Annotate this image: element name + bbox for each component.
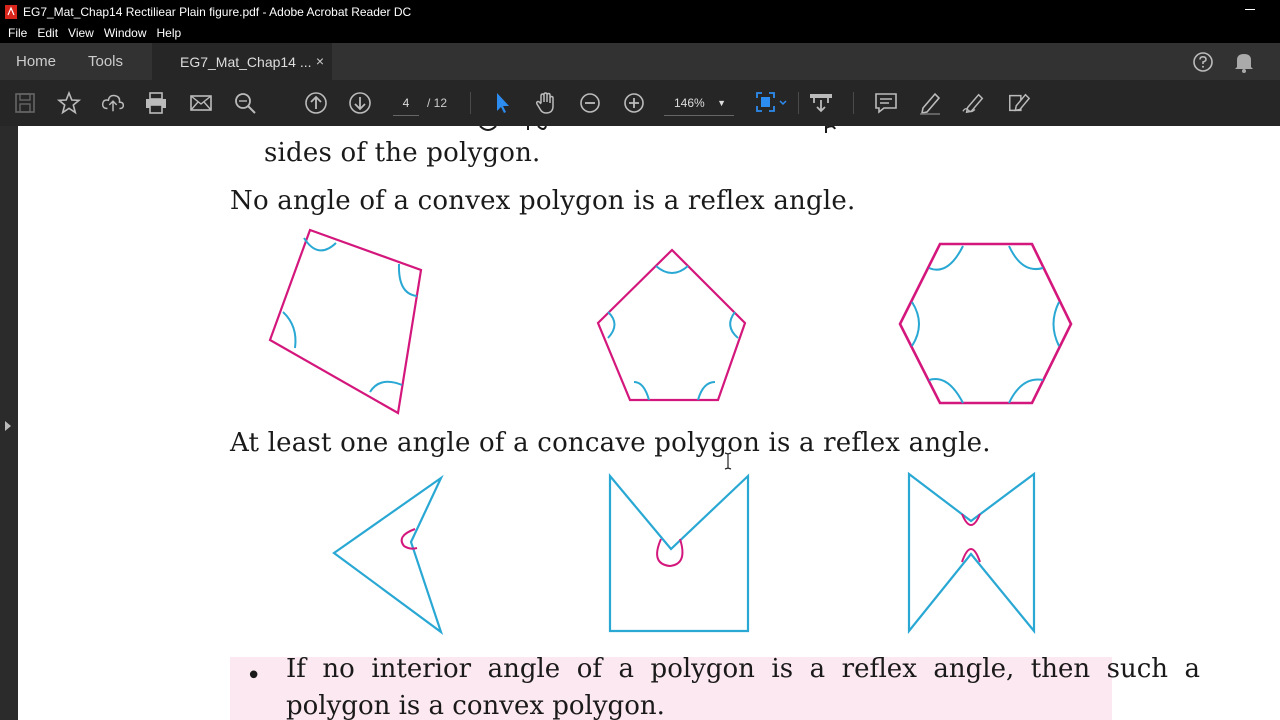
minus-circle-icon[interactable]: [578, 91, 602, 115]
expand-panel-icon[interactable]: [5, 421, 11, 431]
arrow-down-circle-icon[interactable]: [348, 91, 372, 115]
concave-notched-square: [608, 472, 750, 633]
page-total: / 12: [427, 96, 448, 110]
save-icon[interactable]: [13, 91, 37, 115]
convex-quadrilateral: [268, 228, 423, 415]
star-icon[interactable]: [57, 91, 81, 115]
menu-bar: File Edit View Window Help: [0, 23, 1280, 43]
help-icon[interactable]: [1192, 51, 1214, 77]
document-page: sides of the polygon. No angle of a conv…: [18, 126, 1280, 720]
plus-circle-icon[interactable]: [622, 91, 646, 115]
left-panel-rail: [0, 126, 18, 720]
toolbar-separator: [798, 92, 799, 114]
menu-view[interactable]: View: [68, 26, 94, 40]
callout-line-1: If no interior angle of a polygon is a r…: [286, 654, 1201, 684]
chevron-down-icon: ▼: [717, 98, 726, 108]
hand-icon[interactable]: [534, 91, 558, 115]
tab-document[interactable]: EG7_Mat_Chap14 ... ×: [152, 43, 332, 80]
page-number-input[interactable]: 4: [393, 90, 419, 116]
bullet: •: [246, 661, 262, 691]
tab-bar: Home Tools EG7_Mat_Chap14 ... ×: [0, 43, 1280, 80]
zoom-dropdown[interactable]: 146% ▼: [664, 90, 734, 116]
tab-close-button[interactable]: ×: [316, 53, 324, 69]
envelope-icon[interactable]: [189, 91, 213, 115]
tab-home[interactable]: Home: [16, 53, 56, 70]
bell-icon[interactable]: [1234, 51, 1254, 77]
menu-edit[interactable]: Edit: [37, 26, 58, 40]
pen-icon[interactable]: [918, 91, 942, 115]
toolbar-separator: [853, 92, 854, 114]
tab-tools[interactable]: Tools: [88, 53, 123, 70]
pdf-file-icon: [5, 4, 17, 19]
cloud-upload-icon[interactable]: [101, 91, 125, 115]
toolbar-separator: [470, 92, 471, 114]
convex-hexagon: [898, 242, 1073, 405]
fit-page-icon[interactable]: [755, 91, 789, 115]
callout-line-2: polygon is a convex polygon.: [286, 691, 665, 720]
convex-pentagon: [596, 248, 747, 402]
menu-help[interactable]: Help: [157, 26, 182, 40]
definition-callout: • If no interior angle of a polygon is a…: [230, 654, 1200, 720]
window-title: EG7_Mat_Chap14 Rectiliear Plain figure.p…: [23, 4, 412, 19]
title-bar: EG7_Mat_Chap14 Rectiliear Plain figure.p…: [0, 0, 1280, 23]
polygon-figures: [268, 228, 1073, 635]
magnify-icon[interactable]: [233, 91, 257, 115]
edit-stamp-icon[interactable]: [1007, 91, 1031, 115]
concave-arrowhead: [332, 474, 444, 635]
toolbar: [0, 80, 1280, 198]
concave-bowtie: [907, 471, 1036, 635]
minimize-button[interactable]: [1242, 2, 1258, 18]
sign-icon[interactable]: [962, 91, 986, 115]
printer-icon[interactable]: [144, 91, 168, 115]
doc-concave-statement: At least one angle of a concave polygon …: [230, 428, 991, 458]
comment-icon[interactable]: [874, 91, 898, 115]
arrow-up-circle-icon[interactable]: [304, 91, 328, 115]
text-cursor-icon: [724, 452, 732, 470]
pointer-icon[interactable]: [490, 91, 514, 115]
zoom-value: 146%: [674, 96, 705, 110]
tab-document-label: EG7_Mat_Chap14 ...: [180, 54, 312, 70]
scroll-mode-icon[interactable]: [809, 91, 833, 115]
menu-window[interactable]: Window: [104, 26, 147, 40]
menu-file[interactable]: File: [8, 26, 27, 40]
